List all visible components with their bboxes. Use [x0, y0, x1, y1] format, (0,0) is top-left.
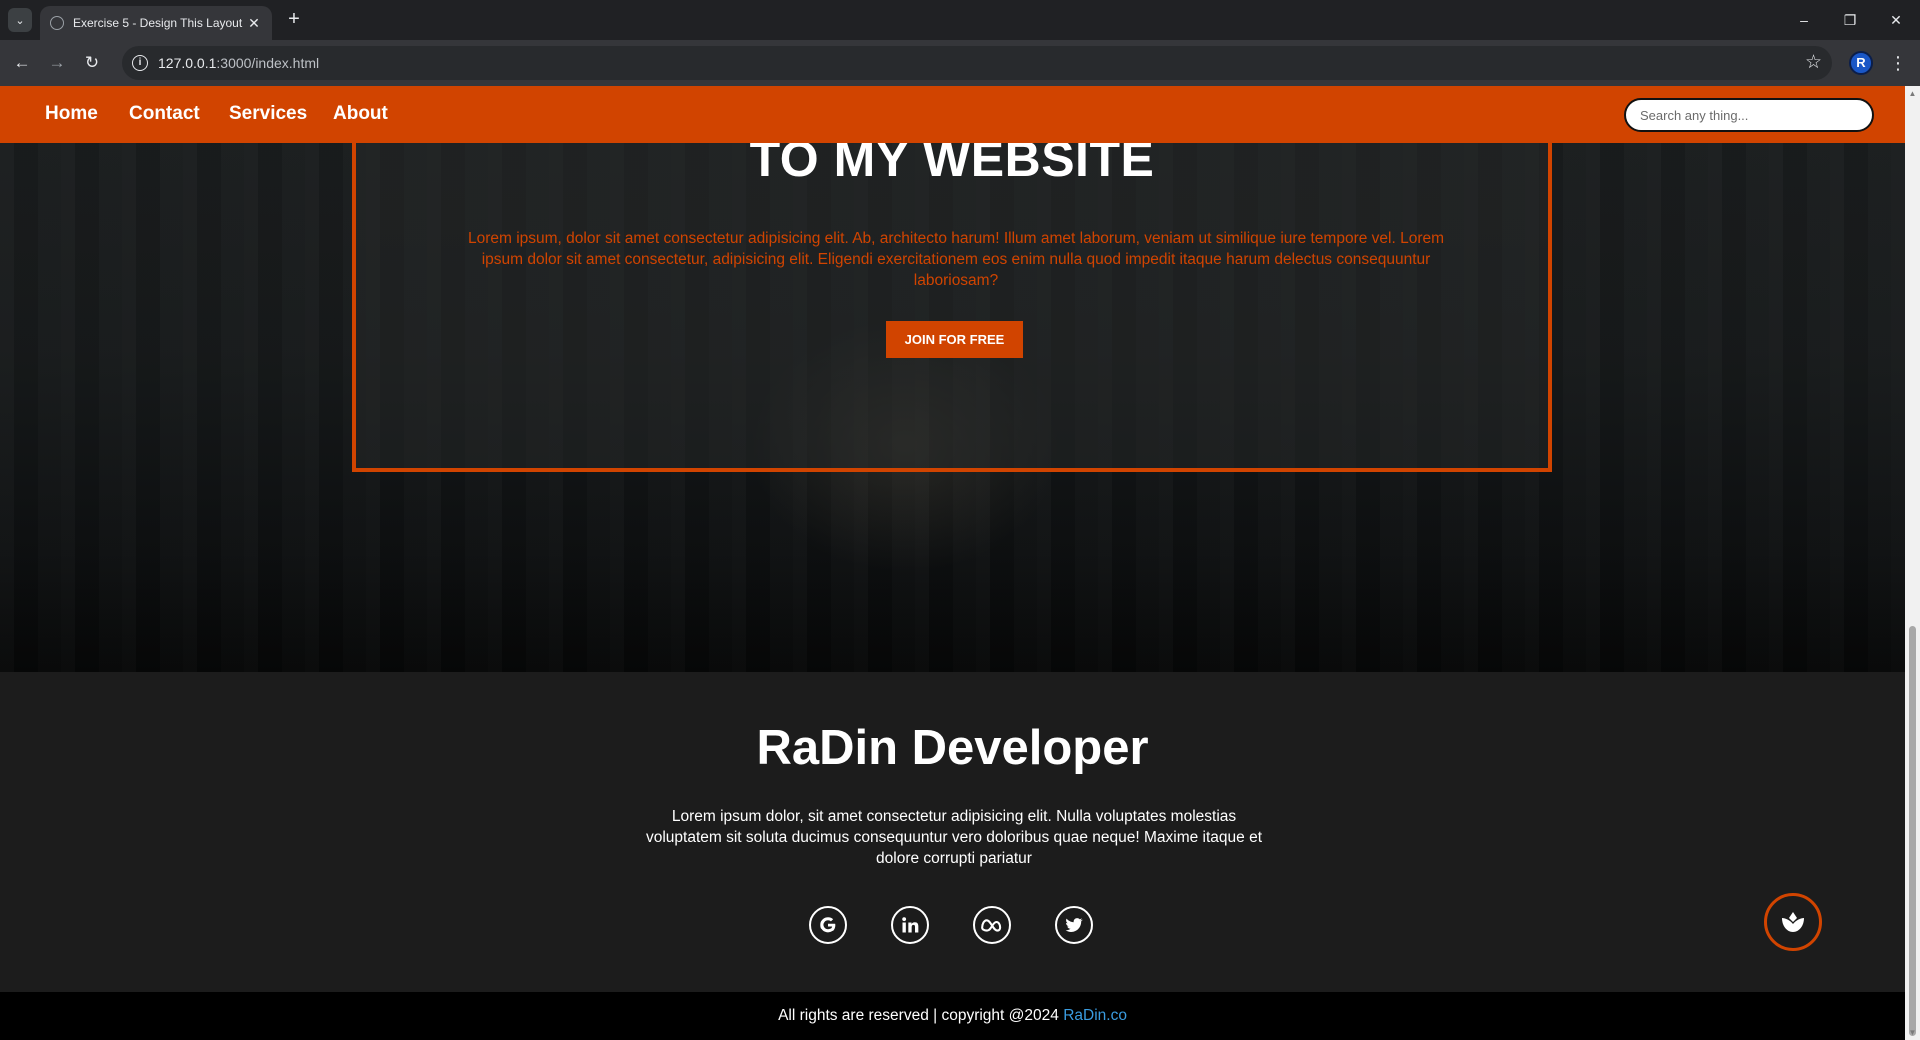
browser-tab-bar: ⌄ Exercise 5 - Design This Layout ✕ + – … — [0, 0, 1920, 40]
url-text: 127.0.0.1:3000/index.html — [158, 55, 319, 71]
twitter-icon[interactable] — [1055, 906, 1093, 944]
web-page: TO MY WEBSITE Lorem ipsum, dolor sit ame… — [0, 86, 1905, 1040]
favicon-icon — [50, 16, 64, 30]
scroll-up-arrow-icon[interactable]: ▲ — [1908, 89, 1917, 98]
join-for-free-button[interactable]: JOIN FOR FREE — [886, 321, 1023, 358]
nav-link-home[interactable]: Home — [45, 103, 98, 125]
forward-arrow-icon[interactable]: → — [45, 51, 69, 75]
copyright-link[interactable]: RaDin.co — [1063, 1007, 1127, 1024]
site-header: Home Contact Services About — [0, 86, 1905, 143]
address-bar[interactable]: i 127.0.0.1:3000/index.html ☆ — [122, 46, 1832, 80]
footer-title: RaDin Developer — [756, 721, 1149, 775]
hero-box: TO MY WEBSITE Lorem ipsum, dolor sit ame… — [352, 86, 1552, 472]
linkedin-icon[interactable] — [891, 906, 929, 944]
scroll-down-arrow-icon[interactable]: ▼ — [1908, 1028, 1917, 1037]
tab-list-chevron-icon[interactable]: ⌄ — [8, 8, 32, 32]
new-tab-plus-icon[interactable]: + — [282, 8, 306, 32]
profile-avatar[interactable]: R — [1849, 51, 1873, 75]
hero-paragraph: Lorem ipsum, dolor sit amet consectetur … — [467, 230, 1445, 289]
nav-link-about[interactable]: About — [333, 103, 388, 125]
nav-link-contact[interactable]: Contact — [129, 103, 200, 125]
nav-link-services[interactable]: Services — [229, 103, 307, 125]
browser-toolbar: ← → ↻ i 127.0.0.1:3000/index.html ☆ R ⋮ — [0, 40, 1920, 86]
tab-close-icon[interactable]: ✕ — [246, 15, 262, 32]
kebab-menu-icon[interactable]: ⋮ — [1886, 51, 1910, 75]
back-arrow-icon[interactable]: ← — [10, 51, 34, 75]
url-path: :3000/index.html — [216, 55, 320, 71]
minimize-icon[interactable]: – — [1790, 8, 1818, 32]
lotus-icon — [1782, 912, 1804, 932]
browser-tab[interactable]: Exercise 5 - Design This Layout ✕ — [40, 6, 272, 40]
hero-section: TO MY WEBSITE Lorem ipsum, dolor sit ame… — [0, 86, 1905, 672]
restore-icon[interactable]: ❐ — [1836, 8, 1864, 32]
footer-paragraph: Lorem ipsum dolor, sit amet consectetur … — [645, 808, 1263, 867]
footer: RaDin Developer Lorem ipsum dolor, sit a… — [0, 672, 1905, 992]
copyright-bar: All rights are reserved | copyright @202… — [0, 992, 1905, 1040]
search-input[interactable] — [1624, 98, 1874, 132]
page-viewport: TO MY WEBSITE Lorem ipsum, dolor sit ame… — [0, 86, 1920, 1040]
google-icon[interactable] — [809, 906, 847, 944]
bookmark-star-icon[interactable]: ☆ — [1805, 51, 1822, 74]
reload-icon[interactable]: ↻ — [80, 51, 104, 75]
site-info-icon[interactable]: i — [132, 55, 148, 71]
vertical-scrollbar[interactable]: ▲ ▼ — [1905, 86, 1920, 1040]
meta-icon[interactable] — [973, 906, 1011, 944]
window-close-icon[interactable]: ✕ — [1882, 8, 1910, 32]
copyright-text: All rights are reserved | copyright @202… — [778, 1007, 1064, 1024]
tab-title: Exercise 5 - Design This Layout — [73, 16, 243, 30]
url-host: 127.0.0.1 — [158, 55, 217, 71]
scrollbar-thumb[interactable] — [1909, 626, 1916, 1036]
floating-action-button[interactable] — [1764, 893, 1822, 951]
